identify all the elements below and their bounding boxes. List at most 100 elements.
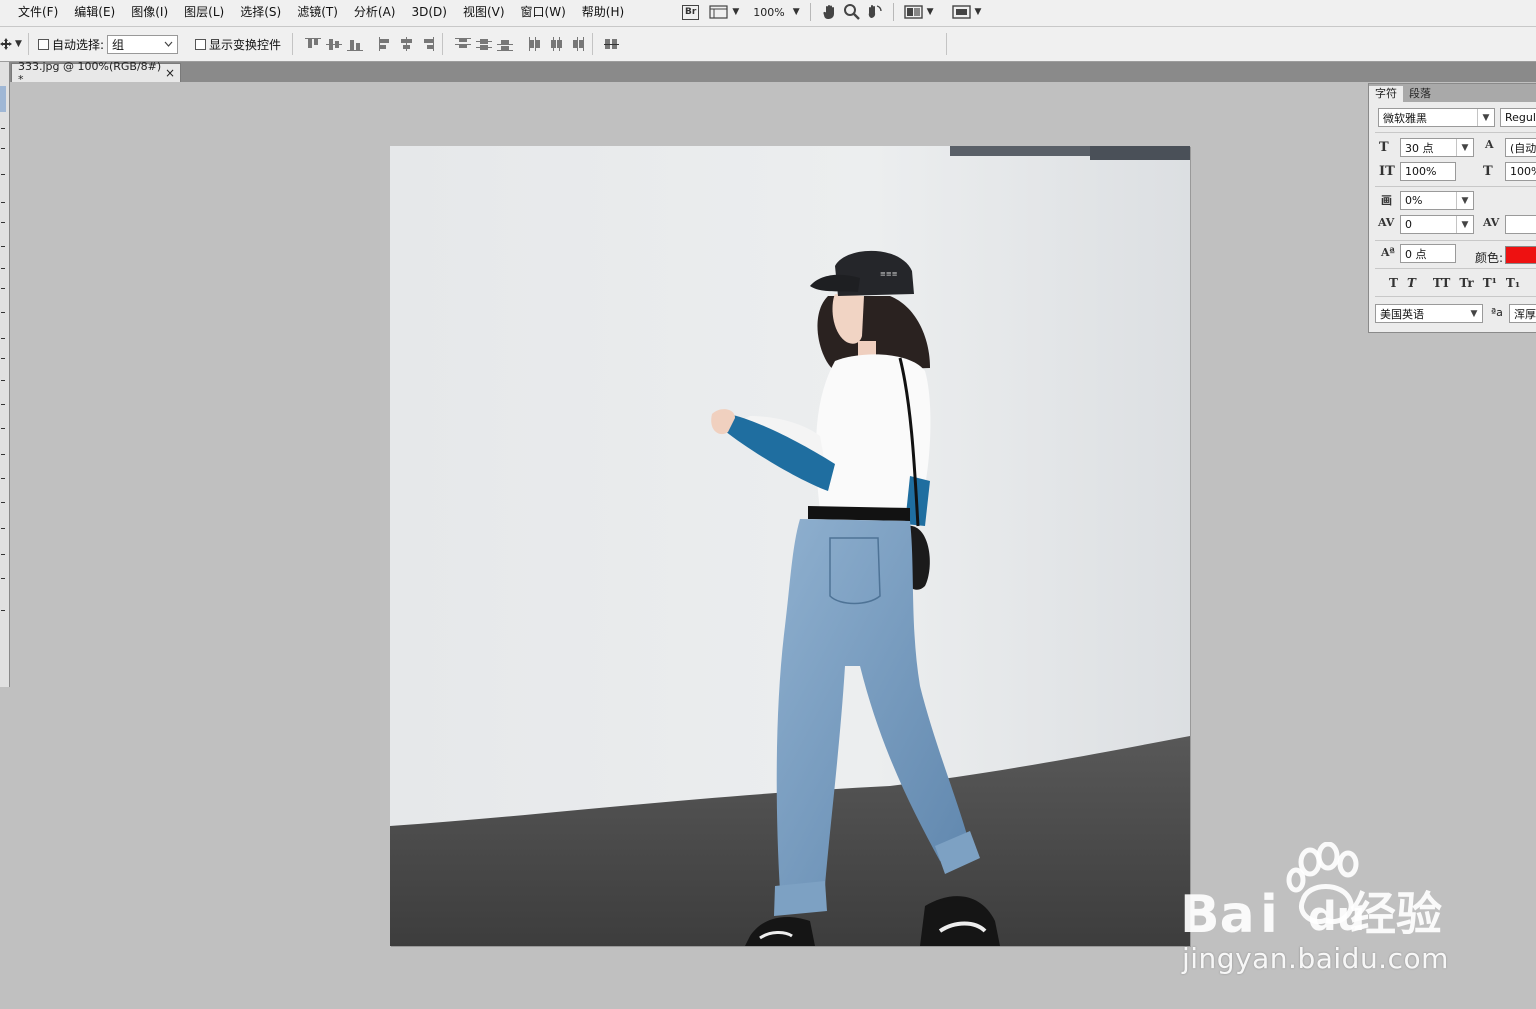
menu-items: 文件(F) 编辑(E) 图像(I) 图层(L) 选择(S) 滤镜(T) 分析(A…: [10, 0, 632, 24]
tsume-field[interactable]: 0% ▼: [1400, 191, 1474, 210]
baidu-jingyan-watermark: Ba i du 经验 jingyan.baidu.com: [1178, 842, 1536, 982]
menu-analysis[interactable]: 分析(A): [346, 0, 404, 24]
view-extras-button[interactable]: ▼: [709, 2, 739, 22]
small-caps-button[interactable]: Tr: [1459, 276, 1473, 290]
horizontal-scale-value: 100%: [1510, 165, 1536, 178]
font-style-select[interactable]: Regula: [1500, 108, 1536, 127]
divider: [1375, 186, 1536, 187]
document-tab-title: 333.jpg @ 100%(RGB/8#) *: [18, 60, 162, 86]
zoom-level-dropdown[interactable]: 100% ▼: [743, 2, 799, 22]
font-style-value: Regula: [1505, 111, 1536, 124]
zoom-level-value: 100%: [753, 5, 785, 19]
align-bottom-icon[interactable]: [347, 37, 363, 51]
show-transform-check[interactable]: [195, 38, 206, 50]
divider: [1375, 240, 1536, 241]
document-tab[interactable]: 333.jpg @ 100%(RGB/8#) * ×: [11, 60, 181, 86]
kerning-field[interactable]: 0 ▼: [1400, 215, 1474, 234]
hand-icon: [822, 5, 834, 20]
auto-align-layers-button[interactable]: [604, 27, 625, 61]
leading-icon: A: [1485, 138, 1494, 151]
distribute-vcenter-icon[interactable]: [476, 37, 492, 51]
antialias-value: 浑厚: [1514, 307, 1536, 321]
tracking-field[interactable]: [1505, 215, 1536, 234]
menu-3d[interactable]: 3D(D): [403, 0, 454, 24]
magnifier-icon: [843, 4, 860, 20]
menu-filter[interactable]: 滤镜(T): [289, 0, 346, 24]
auto-select-check[interactable]: [38, 38, 49, 50]
distribute-left-icon[interactable]: [528, 37, 544, 51]
align-top-icon[interactable]: [305, 37, 321, 51]
separator: [592, 33, 593, 55]
hand-tool-button[interactable]: [821, 2, 839, 22]
chevron-down-icon: ▼: [15, 39, 22, 49]
character-panel-tabs: 字符 段落: [1369, 84, 1536, 102]
screen-mode-button[interactable]: ▼: [951, 2, 981, 22]
faux-italic-button[interactable]: T: [1407, 276, 1416, 290]
view-extras-icon: [709, 5, 728, 19]
tsume-icon: 画: [1381, 194, 1392, 207]
tab-character[interactable]: 字符: [1369, 86, 1403, 102]
document-canvas[interactable]: ≡≡≡: [390, 146, 1190, 946]
bridge-button[interactable]: Br: [682, 4, 700, 20]
faux-bold-button[interactable]: T: [1389, 276, 1398, 290]
font-size-value: 30 点: [1405, 141, 1434, 155]
tools-panel-edge[interactable]: [0, 62, 10, 687]
align-right-icon[interactable]: [420, 37, 436, 51]
rotate-view-button[interactable]: [865, 2, 883, 22]
all-caps-button[interactable]: TT: [1433, 276, 1450, 290]
photo-image: ≡≡≡: [390, 146, 1190, 946]
chevron-down-icon: ▼: [1456, 139, 1473, 156]
close-icon[interactable]: ×: [165, 66, 175, 80]
vertical-scale-field[interactable]: 100%: [1400, 162, 1456, 181]
align-vcenter-icon[interactable]: [326, 37, 342, 51]
superscript-button[interactable]: T¹: [1483, 276, 1497, 290]
align-left-icon[interactable]: [378, 37, 394, 51]
font-size-field[interactable]: 30 点 ▼: [1400, 138, 1474, 157]
language-value: 美国英语: [1380, 307, 1424, 321]
color-label: 颜色:: [1475, 251, 1504, 265]
distribute-buttons: [455, 27, 591, 61]
separator: [28, 33, 29, 55]
auto-select-checkbox[interactable]: 自动选择:: [38, 27, 104, 61]
selected-tool-highlight: [0, 86, 6, 112]
menu-image[interactable]: 图像(I): [123, 0, 176, 24]
kerning-icon: AV: [1378, 216, 1395, 229]
distribute-right-icon[interactable]: [570, 37, 586, 51]
subscript-button[interactable]: T₁: [1506, 276, 1520, 290]
menu-view[interactable]: 视图(V): [455, 0, 513, 24]
zoom-tool-button[interactable]: [843, 2, 861, 22]
arrange-documents-button[interactable]: ▼: [903, 2, 934, 22]
watermark-brand: 经验: [1350, 887, 1442, 941]
distribute-top-icon[interactable]: [455, 37, 471, 51]
menu-select[interactable]: 选择(S): [232, 0, 289, 24]
divider: [1375, 268, 1536, 269]
show-transform-checkbox[interactable]: 显示变换控件: [195, 27, 281, 61]
leading-value: (自动: [1510, 141, 1536, 155]
separator: [292, 33, 293, 55]
chevron-down-icon: ▼: [1456, 192, 1473, 209]
align-hcenter-icon[interactable]: [399, 37, 415, 51]
menu-window[interactable]: 窗口(W): [513, 0, 574, 24]
auto-select-dropdown[interactable]: 组: [107, 34, 178, 54]
tab-paragraph[interactable]: 段落: [1403, 86, 1437, 102]
vertical-scale-value: 100%: [1405, 165, 1437, 178]
menu-file[interactable]: 文件(F): [10, 0, 66, 24]
menu-edit[interactable]: 编辑(E): [66, 0, 123, 24]
menu-help[interactable]: 帮助(H): [574, 0, 632, 24]
language-select[interactable]: 美国英语 ▼: [1375, 304, 1483, 323]
antialias-select[interactable]: 浑厚: [1509, 304, 1536, 323]
show-transform-label: 显示变换控件: [209, 37, 282, 52]
chevron-down-icon: ▼: [926, 7, 934, 17]
leading-field[interactable]: (自动: [1505, 138, 1536, 157]
chevron-down-icon: ▼: [1456, 216, 1473, 233]
distribute-bottom-icon[interactable]: [497, 37, 513, 51]
text-color-swatch[interactable]: [1505, 246, 1536, 264]
baseline-shift-field[interactable]: 0 点: [1400, 244, 1456, 263]
move-tool-preset[interactable]: ▼: [0, 27, 22, 61]
distribute-hcenter-icon[interactable]: [549, 37, 565, 51]
antialias-icon: ªa: [1491, 306, 1503, 319]
horizontal-scale-field[interactable]: 100%: [1505, 162, 1536, 181]
font-family-select[interactable]: 微软雅黑 ▼: [1378, 108, 1495, 127]
menu-layer[interactable]: 图层(L): [176, 0, 232, 24]
tracking-icon: AV: [1483, 216, 1500, 229]
